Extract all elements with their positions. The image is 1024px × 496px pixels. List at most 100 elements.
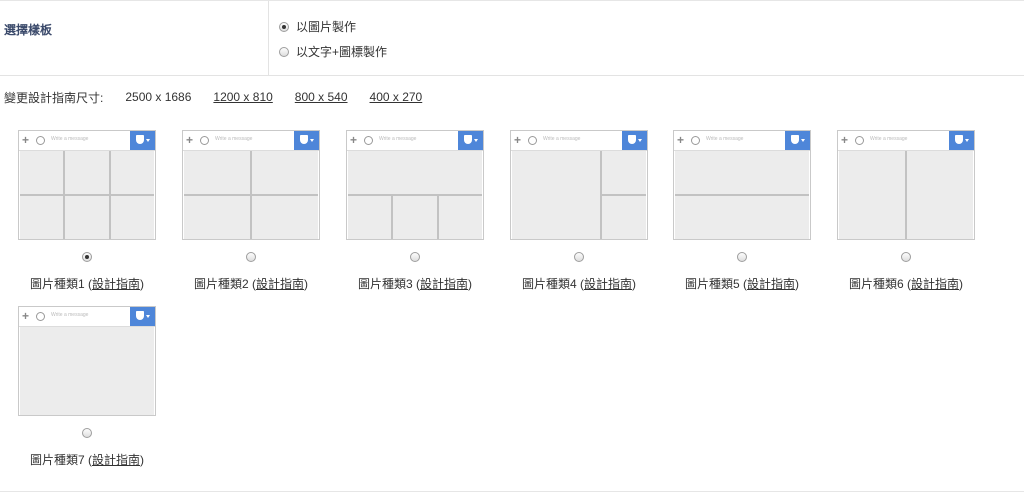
size-1200-link[interactable]: 1200 x 810 (213, 90, 272, 104)
emoji-icon (528, 136, 537, 145)
caret-down-icon (146, 315, 150, 318)
design-guide-link[interactable]: 設計指南 (420, 277, 468, 291)
layout-cell (110, 196, 154, 239)
template-name: 圖片種類6 (848, 277, 904, 291)
layout-cell (20, 151, 64, 194)
template-radio-1[interactable] (82, 252, 92, 262)
size-400-link[interactable]: 400 x 270 (370, 90, 423, 104)
layout-grid (675, 151, 809, 239)
menu-button (622, 131, 647, 150)
emoji-icon (364, 136, 373, 145)
template-thumbnail[interactable]: + Write a message (346, 130, 484, 240)
layout-grid (20, 151, 154, 239)
template-caption: 圖片種類7 (設計指南) (29, 453, 145, 467)
template-name: 圖片種類4 (521, 277, 577, 291)
layout-cell (512, 151, 600, 239)
option-image[interactable]: 以圖片製作 (279, 18, 356, 35)
template-radio-6[interactable] (901, 252, 911, 262)
layout-cell (675, 151, 809, 194)
chat-input-bar: + Write a message (347, 131, 483, 151)
message-placeholder: Write a message (215, 136, 253, 142)
caret-down-icon (638, 139, 642, 142)
template-thumbnail[interactable]: + Write a message (18, 306, 156, 416)
layout-cell (602, 151, 646, 194)
radio-text-icon[interactable] (279, 46, 289, 57)
emoji-icon (855, 136, 864, 145)
template-caption: 圖片種類1 (設計指南) (29, 277, 145, 291)
emoji-icon (691, 136, 700, 145)
plus-icon: + (677, 133, 685, 147)
menu-button (130, 131, 155, 150)
layout-cell (348, 151, 482, 194)
template-name: 圖片種類2 (193, 277, 249, 291)
design-guide-link[interactable]: 設計指南 (747, 277, 795, 291)
plus-icon: + (514, 133, 522, 147)
design-guide-link[interactable]: 設計指南 (584, 277, 632, 291)
shield-icon (136, 135, 144, 144)
template-select-section: 選擇樣板 以圖片製作 以文字+圖標製作 (0, 1, 1024, 76)
template-radio-4[interactable] (574, 252, 584, 262)
section-divider (268, 1, 269, 75)
size-2500: 2500 x 1686 (125, 90, 192, 104)
caret-down-icon (474, 139, 478, 142)
option-image-label: 以圖片製作 (296, 20, 357, 34)
template-name: 圖片種類3 (357, 277, 413, 291)
layout-cell (252, 196, 318, 239)
design-guide-link[interactable]: 設計指南 (911, 277, 959, 291)
template-name: 圖片種類5 (684, 277, 740, 291)
emoji-icon (36, 312, 45, 321)
template-name: 圖片種類1 (29, 277, 85, 291)
template-caption: 圖片種類2 (設計指南) (193, 277, 309, 291)
layout-cell (438, 196, 482, 239)
layout-cell (65, 196, 109, 239)
layout-cell (110, 151, 154, 194)
option-text-icon[interactable]: 以文字+圖標製作 (279, 43, 387, 60)
plus-icon: + (186, 133, 194, 147)
plus-icon: + (350, 133, 358, 147)
shield-icon (300, 135, 308, 144)
layout-cell (65, 151, 109, 194)
size-800-link[interactable]: 800 x 540 (295, 90, 348, 104)
design-guide-link[interactable]: 設計指南 (92, 453, 140, 467)
template-thumbnail[interactable]: + Write a message (510, 130, 648, 240)
layout-grid (839, 151, 973, 239)
message-placeholder: Write a message (706, 136, 744, 142)
layout-cell (907, 151, 973, 239)
shield-icon (955, 135, 963, 144)
chat-input-bar: + Write a message (838, 131, 974, 151)
bottom-border (0, 491, 1024, 492)
template-caption: 圖片種類3 (設計指南) (357, 277, 473, 291)
design-guide-link[interactable]: 設計指南 (92, 277, 140, 291)
layout-cell (20, 327, 154, 415)
plus-icon: + (22, 309, 30, 323)
template-thumbnail[interactable]: + Write a message (18, 130, 156, 240)
layout-grid (20, 327, 154, 415)
size-selector: 變更設計指南尺寸: 2500 x 1686 1200 x 810 800 x 5… (4, 90, 444, 105)
chat-input-bar: + Write a message (19, 307, 155, 327)
radio-image[interactable] (279, 21, 289, 32)
message-placeholder: Write a message (51, 312, 89, 318)
design-guide-link[interactable]: 設計指南 (256, 277, 304, 291)
size-label: 變更設計指南尺寸: (4, 90, 104, 105)
message-placeholder: Write a message (870, 136, 908, 142)
layout-grid (512, 151, 646, 239)
plus-icon: + (22, 133, 30, 147)
emoji-icon (200, 136, 209, 145)
shield-icon (791, 135, 799, 144)
layout-cell (839, 151, 905, 239)
template-name: 圖片種類7 (29, 453, 85, 467)
template-thumbnail[interactable]: + Write a message (673, 130, 811, 240)
caret-down-icon (801, 139, 805, 142)
shield-icon (628, 135, 636, 144)
template-thumbnail[interactable]: + Write a message (182, 130, 320, 240)
template-radio-7[interactable] (82, 428, 92, 438)
template-caption: 圖片種類5 (設計指南) (684, 277, 800, 291)
template-thumbnail[interactable]: + Write a message (837, 130, 975, 240)
template-radio-3[interactable] (410, 252, 420, 262)
layout-grid (348, 151, 482, 239)
menu-button (294, 131, 319, 150)
template-radio-5[interactable] (737, 252, 747, 262)
chat-input-bar: + Write a message (511, 131, 647, 151)
template-radio-2[interactable] (246, 252, 256, 262)
menu-button (949, 131, 974, 150)
